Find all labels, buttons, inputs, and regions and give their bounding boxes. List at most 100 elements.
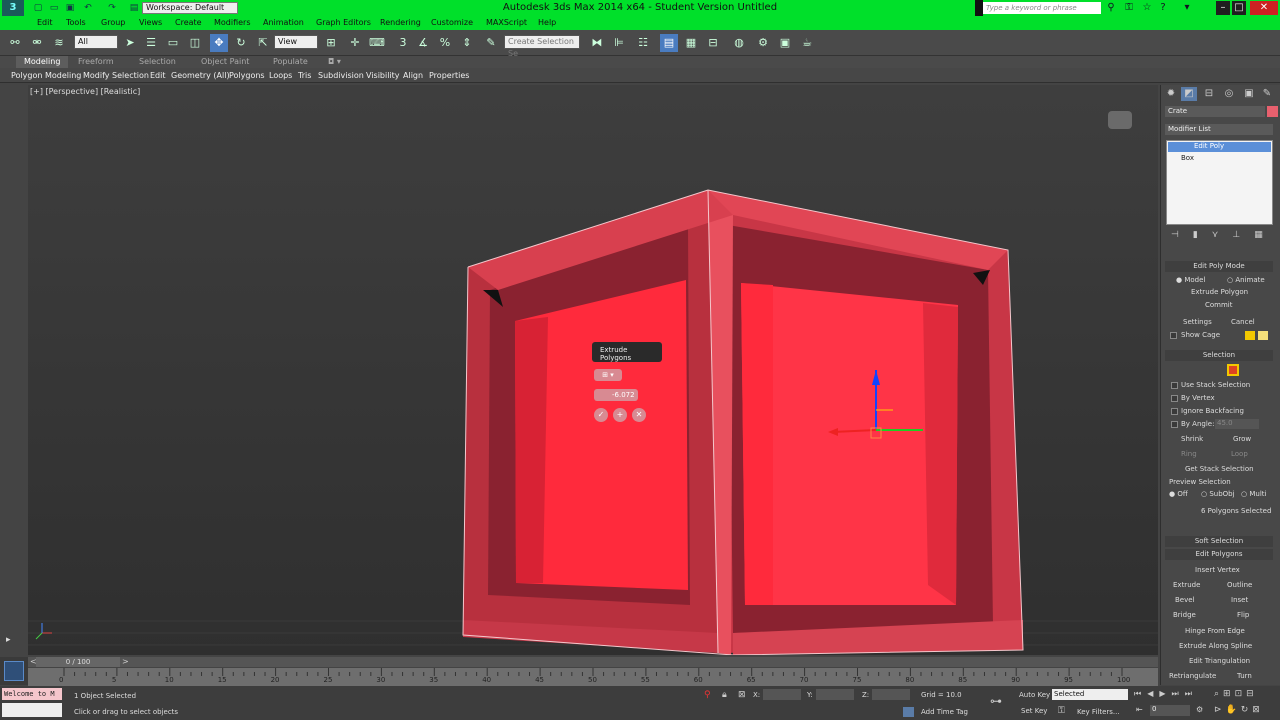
ribbon-tris[interactable]: Tris bbox=[295, 68, 314, 83]
menu-maxscript[interactable]: MAXScript bbox=[482, 16, 531, 30]
undo-icon[interactable]: ↶ bbox=[82, 2, 94, 14]
settings-button[interactable]: Settings bbox=[1183, 318, 1212, 326]
caddy-ok-icon[interactable]: ✓ bbox=[594, 408, 608, 422]
polygon-subobject-icon[interactable] bbox=[1227, 364, 1239, 376]
spinner-snap-icon[interactable]: ⇕ bbox=[458, 34, 476, 52]
select-manipulate-icon[interactable]: ✛ bbox=[346, 34, 364, 52]
menu-modifiers[interactable]: Modifiers bbox=[210, 16, 255, 30]
redo-icon[interactable]: ↷ bbox=[106, 2, 118, 14]
cage-selected-color-swatch[interactable] bbox=[1258, 331, 1268, 340]
edit-poly-mode-header[interactable]: Edit Poly Mode bbox=[1165, 261, 1273, 272]
new-icon[interactable]: ▢ bbox=[32, 2, 44, 14]
menu-customize[interactable]: Customize bbox=[427, 16, 477, 30]
rect-selection-icon[interactable]: ▭ bbox=[164, 34, 182, 52]
preview-off-radio[interactable]: ● Off bbox=[1169, 490, 1188, 498]
tab-modeling[interactable]: Modeling bbox=[16, 56, 69, 68]
use-stack-checkbox[interactable] bbox=[1171, 382, 1178, 389]
named-selection-dropdown[interactable]: Create Selection Se bbox=[504, 35, 580, 58]
by-vertex-checkbox[interactable] bbox=[1171, 395, 1178, 402]
time-next-icon[interactable]: > bbox=[122, 657, 129, 666]
auto-key-button[interactable]: Auto Key bbox=[1019, 691, 1050, 699]
object-name-field[interactable]: Crate bbox=[1165, 106, 1265, 117]
menu-animation[interactable]: Animation bbox=[259, 16, 308, 30]
by-angle-spinner[interactable]: 45.0 bbox=[1215, 419, 1259, 429]
menu-create[interactable]: Create bbox=[171, 16, 206, 30]
select-rotate-icon[interactable]: ↻ bbox=[232, 34, 250, 52]
perspective-viewport[interactable]: Extrude Polygons ⊞ ▾ -6.072 ✓ + ✕ bbox=[28, 85, 1158, 655]
y-coord-field[interactable] bbox=[816, 689, 854, 700]
percent-snap-icon[interactable]: % bbox=[436, 34, 454, 52]
model-radio[interactable]: ● Model bbox=[1176, 276, 1205, 284]
motion-tab-icon[interactable]: ◎ bbox=[1221, 87, 1237, 101]
track-bar[interactable]: 0 5 10 15 20 25 30 35 40 45 50 55 60 65 70 75 80 85 90 95 10… bbox=[28, 668, 1158, 686]
select-object-icon[interactable]: ➤ bbox=[121, 34, 139, 52]
x-coord-field[interactable] bbox=[763, 689, 801, 700]
stack-item-box[interactable]: Box bbox=[1181, 154, 1194, 162]
selection-header[interactable]: Selection bbox=[1165, 350, 1273, 361]
help-icon[interactable]: ? bbox=[1156, 1, 1170, 15]
cage-color-swatch[interactable] bbox=[1245, 331, 1255, 340]
tab-selection[interactable]: Selection bbox=[131, 56, 184, 68]
shrink-button[interactable]: Shrink bbox=[1181, 435, 1203, 443]
inset-button[interactable]: Inset bbox=[1231, 596, 1248, 604]
turn-button[interactable]: Turn bbox=[1237, 672, 1252, 680]
time-config-icon[interactable]: ⚙ bbox=[1196, 705, 1203, 714]
snaps-toggle-icon[interactable]: 3 bbox=[394, 34, 412, 52]
hierarchy-tab-icon[interactable]: ⊟ bbox=[1201, 87, 1217, 101]
extrude-type-dropdown[interactable]: ⊞ ▾ bbox=[594, 369, 622, 381]
loop-button[interactable]: Loop bbox=[1231, 450, 1248, 458]
edit-named-sel-icon[interactable]: ✎ bbox=[482, 34, 500, 52]
ribbon-geometry-all[interactable]: Geometry (All) bbox=[168, 68, 233, 83]
window-crossing-icon[interactable]: ◫ bbox=[186, 34, 204, 52]
ribbon-loops[interactable]: Loops bbox=[266, 68, 295, 83]
frame-indicator[interactable]: 0 / 100 bbox=[36, 657, 120, 667]
current-frame-field[interactable]: 0 bbox=[1150, 705, 1190, 716]
maximize-icon[interactable]: □ bbox=[1232, 1, 1246, 15]
caddy-apply-icon[interactable]: + bbox=[613, 408, 627, 422]
animate-radio[interactable]: ○ Animate bbox=[1227, 276, 1265, 284]
ribbon-options-icon[interactable]: ◘ ▾ bbox=[320, 56, 349, 68]
display-tab-icon[interactable]: ▣ bbox=[1241, 87, 1257, 101]
app-logo-icon[interactable]: 3 bbox=[2, 0, 24, 16]
key-mode-icon[interactable]: ⊶ bbox=[990, 694, 1002, 708]
by-angle-checkbox[interactable] bbox=[1171, 421, 1178, 428]
selection-lock-icon[interactable]: ⚲ bbox=[704, 690, 711, 700]
ribbon-polygons[interactable]: Polygons bbox=[226, 68, 268, 83]
lock-icon[interactable]: 🔒︎ bbox=[722, 690, 727, 700]
hinge-from-edge-button[interactable]: Hinge From Edge bbox=[1185, 627, 1245, 635]
create-tab-icon[interactable]: ✹ bbox=[1163, 87, 1179, 101]
minimize-icon[interactable]: – bbox=[1216, 1, 1230, 15]
ribbon-properties[interactable]: Properties bbox=[426, 68, 472, 83]
unlink-icon[interactable]: ⚮ bbox=[28, 34, 46, 52]
mini-curve-toggle[interactable] bbox=[0, 657, 28, 685]
search-input[interactable]: Type a keyword or phrase bbox=[983, 2, 1101, 14]
project-icon[interactable]: ▤ bbox=[128, 2, 140, 14]
time-slider[interactable]: < 0 / 100 > bbox=[28, 657, 1158, 667]
object-color-swatch[interactable] bbox=[1267, 106, 1278, 117]
cancel-button[interactable]: Cancel bbox=[1231, 318, 1255, 326]
expand-arrow-icon[interactable]: ▸ bbox=[6, 635, 18, 647]
extrude-along-spline-button[interactable]: Extrude Along Spline bbox=[1179, 642, 1252, 650]
outline-button[interactable]: Outline bbox=[1227, 581, 1252, 589]
ref-coord-dropdown[interactable]: View bbox=[274, 35, 318, 49]
curve-editor-icon[interactable]: ▦ bbox=[682, 34, 700, 52]
z-coord-field[interactable] bbox=[872, 689, 910, 700]
keyboard-shortcut-icon[interactable]: ⌨ bbox=[368, 34, 386, 52]
extrude-height-spinner[interactable]: -6.072 bbox=[594, 389, 638, 401]
star-icon[interactable]: ☆ bbox=[1140, 1, 1154, 15]
angle-snap-icon[interactable]: ∡ bbox=[414, 34, 432, 52]
menu-edit[interactable]: Edit bbox=[33, 16, 57, 30]
open-icon[interactable]: ▭ bbox=[48, 2, 60, 14]
ring-button[interactable]: Ring bbox=[1181, 450, 1197, 458]
ignore-backfacing-checkbox[interactable] bbox=[1171, 408, 1178, 415]
link-icon[interactable]: ⚯ bbox=[6, 34, 24, 52]
playback-controls-icon[interactable]: ⏮◀▶⏭⏭ bbox=[1134, 689, 1198, 699]
bind-spacewarp-icon[interactable]: ≋ bbox=[50, 34, 68, 52]
caddy-cancel-icon[interactable]: ✕ bbox=[632, 408, 646, 422]
crate-object[interactable] bbox=[462, 189, 1024, 655]
viewport-nav-icons-row2[interactable]: ⊳✋↻⊠ bbox=[1214, 705, 1264, 715]
render-production-icon[interactable]: ☕ bbox=[798, 34, 816, 52]
menu-views[interactable]: Views bbox=[135, 16, 166, 30]
ribbon-align[interactable]: Align bbox=[400, 68, 426, 83]
mirror-icon[interactable]: ⧓ bbox=[588, 34, 606, 52]
